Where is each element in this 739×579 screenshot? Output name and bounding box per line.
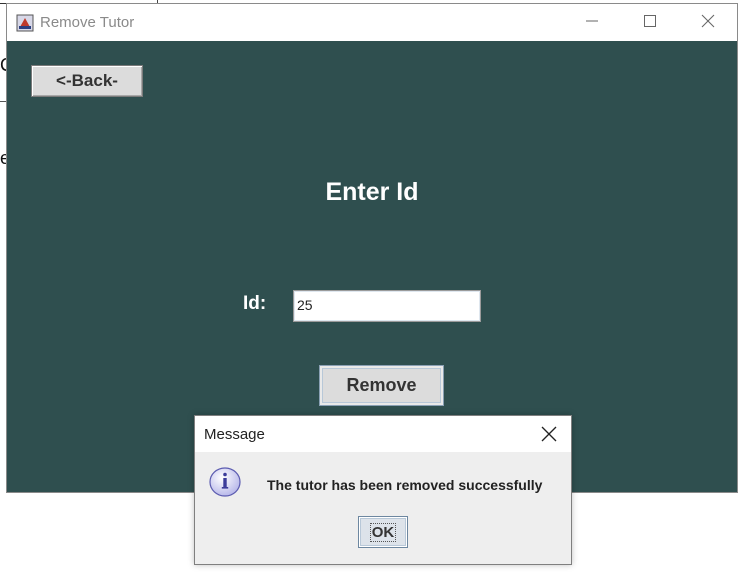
dialog-title: Message [204, 425, 265, 443]
remove-button[interactable]: Remove [319, 365, 444, 406]
java-app-icon [16, 14, 34, 32]
id-label: Id: [243, 293, 267, 314]
ok-button[interactable]: OK [358, 516, 408, 548]
page-title: Enter Id [325, 178, 419, 206]
window-titlebar[interactable]: Remove Tutor [7, 4, 737, 41]
window-controls [563, 4, 737, 41]
ok-button-label: OK [369, 522, 397, 542]
window-title: Remove Tutor [40, 14, 135, 31]
dialog-titlebar[interactable]: Message [195, 416, 571, 452]
minimize-icon[interactable] [563, 4, 621, 38]
close-icon[interactable] [679, 4, 737, 38]
id-field[interactable]: 25 [293, 290, 481, 322]
dialog-message: The tutor has been removed successfully [267, 477, 543, 493]
back-button[interactable]: <-Back- [31, 65, 143, 97]
close-icon[interactable] [539, 424, 559, 444]
message-dialog: Message The tutor has been removed succe… [194, 415, 572, 565]
info-icon [208, 464, 242, 498]
maximize-icon[interactable] [621, 4, 679, 38]
